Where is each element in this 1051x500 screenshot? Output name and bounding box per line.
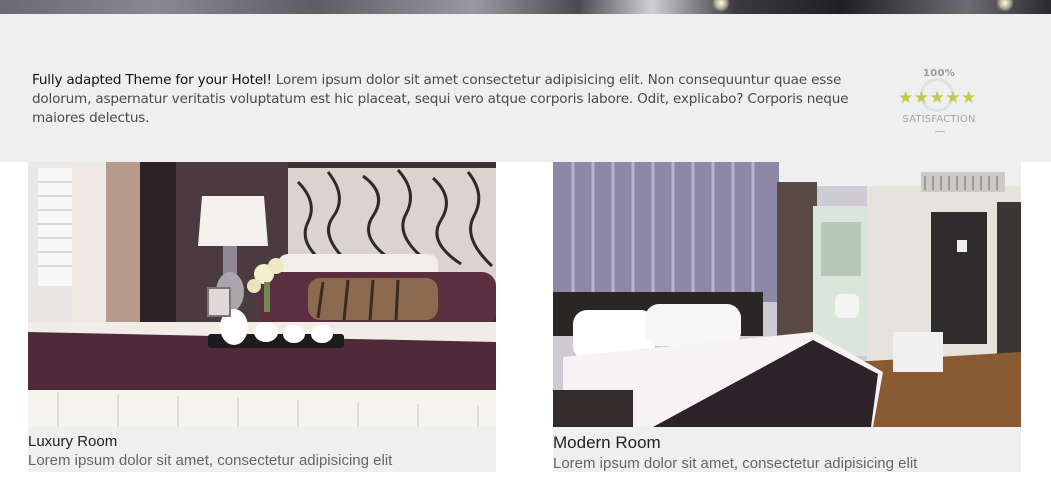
satisfaction-percent: 100%	[922, 68, 956, 79]
intro-text: Fully adapted Theme for your Hotel! Lore…	[32, 71, 882, 128]
divider	[935, 131, 945, 132]
room-description: Lorem ipsum dolor sit amet, consectetur …	[553, 455, 918, 472]
ceiling-light	[712, 0, 730, 12]
intro-section: Fully adapted Theme for your Hotel! Lore…	[0, 14, 1051, 162]
satisfaction-label: SATISFACTION	[902, 114, 976, 125]
modern-room-photo[interactable]	[553, 162, 1021, 427]
ceiling-light	[996, 0, 1014, 12]
satisfaction-badge: 100% ★★★★★ SATISFACTION	[896, 68, 982, 148]
modern-room-image	[553, 162, 1021, 427]
room-card-luxury[interactable]: Luxury Room Lorem ipsum dolor sit amet, …	[28, 162, 496, 472]
luxury-room-image	[28, 162, 496, 427]
star-rating-icon: ★★★★★	[898, 88, 977, 108]
intro-lead: Fully adapted Theme for your Hotel!	[32, 72, 272, 88]
room-title[interactable]: Modern Room	[553, 433, 661, 453]
header-photo-strip	[0, 0, 1051, 14]
room-description: Lorem ipsum dolor sit amet, consectetur …	[28, 452, 393, 469]
room-card-modern[interactable]: Modern Room Lorem ipsum dolor sit amet, …	[553, 162, 1021, 472]
room-title[interactable]: Luxury Room	[28, 433, 117, 450]
luxury-room-photo[interactable]	[28, 162, 496, 427]
